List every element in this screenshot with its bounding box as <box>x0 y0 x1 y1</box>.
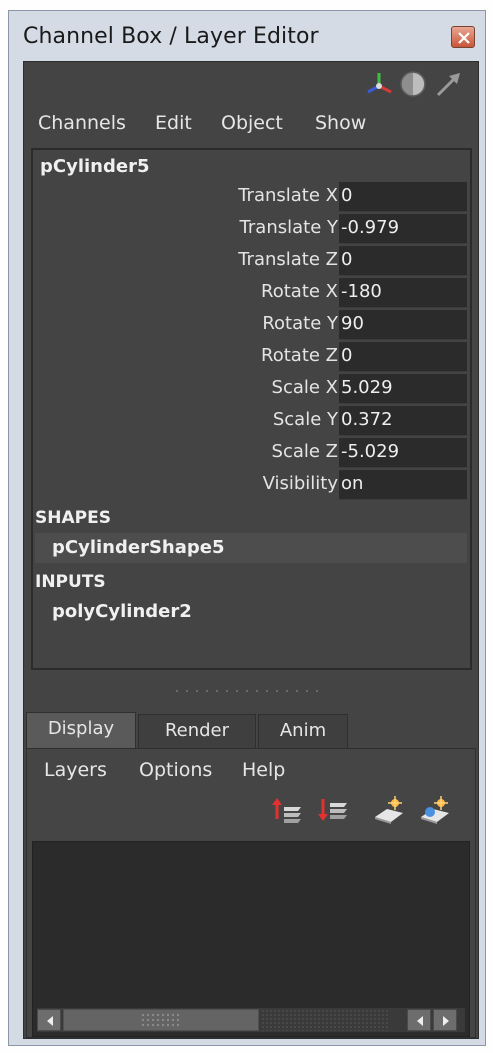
panel-splitter-handle[interactable] <box>176 690 326 694</box>
attribute-value[interactable]: 5.029 <box>341 377 393 398</box>
top-toolbar <box>24 62 478 104</box>
input-node-row[interactable]: polyCylinder2 <box>35 597 467 627</box>
attribute-label[interactable]: Rotate Y <box>262 313 338 334</box>
axis-manipulator-icon[interactable] <box>364 69 394 99</box>
attribute-value[interactable]: -0.979 <box>341 217 399 238</box>
attribute-value[interactable]: 90 <box>341 313 364 334</box>
arrow-left-icon <box>47 1016 53 1026</box>
channel-speed-icon[interactable] <box>398 69 428 99</box>
shape-node-name[interactable]: pCylinderShape5 <box>52 537 225 558</box>
selected-object-name[interactable]: pCylinder5 <box>40 156 149 177</box>
attribute-label[interactable]: Translate Y <box>240 217 338 238</box>
editor-content: Channels Edit Object Show pCylinder5 Tra… <box>23 61 479 1039</box>
attribute-value[interactable]: 0 <box>341 345 352 366</box>
shapes-section-header: SHAPES <box>35 508 111 528</box>
attribute-field[interactable]: 90 <box>339 310 467 340</box>
inputs-section-header: INPUTS <box>35 572 106 592</box>
attribute-label[interactable]: Scale Y <box>273 409 338 430</box>
scroll-left-button-2[interactable] <box>407 1009 431 1031</box>
attribute-label[interactable]: Scale Z <box>272 441 338 462</box>
channel-box-menubar: Channels Edit Object Show <box>24 104 478 144</box>
attribute-field[interactable]: -180 <box>339 278 467 308</box>
menu-edit[interactable]: Edit <box>155 112 192 134</box>
attribute-row[interactable]: Rotate Z 0 <box>33 341 470 373</box>
attribute-field[interactable]: 0.372 <box>339 406 467 436</box>
menu-show[interactable]: Show <box>315 112 366 134</box>
attribute-value[interactable]: 0.372 <box>341 409 393 430</box>
attribute-row[interactable]: Translate X 0 <box>33 181 470 213</box>
attribute-label[interactable]: Rotate Z <box>261 345 338 366</box>
scroll-right-button[interactable] <box>433 1009 457 1031</box>
title-bar[interactable]: Channel Box / Layer Editor <box>9 11 485 61</box>
attribute-label[interactable]: Translate X <box>238 185 338 206</box>
input-node-name[interactable]: polyCylinder2 <box>52 601 192 622</box>
menu-layers[interactable]: Layers <box>44 759 107 781</box>
attribute-row[interactable]: Scale Z -5.029 <box>33 437 470 469</box>
arrow-right-icon <box>443 1016 449 1026</box>
menu-channels[interactable]: Channels <box>38 112 126 134</box>
attribute-field[interactable]: 5.029 <box>339 374 467 404</box>
channel-box-window: Channel Box / Layer Editor Channels Edit… <box>8 10 486 1046</box>
new-empty-layer-icon[interactable] <box>373 795 405 825</box>
menu-options[interactable]: Options <box>139 759 212 781</box>
attribute-value[interactable]: -5.029 <box>341 441 399 462</box>
move-layer-down-icon[interactable] <box>317 795 349 825</box>
attribute-row[interactable]: Rotate X -180 <box>33 277 470 309</box>
layer-editor-panel: Layers Options Help <box>26 748 476 1038</box>
attribute-field[interactable]: 0 <box>339 246 467 276</box>
attribute-field[interactable]: -5.029 <box>339 438 467 468</box>
attribute-label[interactable]: Rotate X <box>261 281 338 302</box>
tab-display[interactable]: Display <box>26 712 136 749</box>
menu-help[interactable]: Help <box>242 759 285 781</box>
attribute-row[interactable]: Translate Y -0.979 <box>33 213 470 245</box>
arrow-left-icon <box>417 1016 423 1026</box>
attribute-value[interactable]: on <box>341 473 363 494</box>
horizontal-scrollbar[interactable] <box>37 1008 465 1032</box>
attribute-label[interactable]: Translate Z <box>238 249 338 270</box>
attribute-field[interactable]: 0 <box>339 342 467 372</box>
tab-render[interactable]: Render <box>138 714 256 748</box>
scrollbar-thumb[interactable] <box>63 1009 259 1031</box>
attribute-field[interactable]: -0.979 <box>339 214 467 244</box>
layer-editor-tabs: Display Render Anim <box>24 712 478 749</box>
attribute-label[interactable]: Scale X <box>272 377 338 398</box>
grip-icon <box>142 1014 179 1026</box>
attribute-field[interactable]: 0 <box>339 182 467 212</box>
new-layer-from-selected-icon[interactable] <box>419 795 451 825</box>
close-button[interactable] <box>451 26 475 48</box>
tab-anim[interactable]: Anim <box>258 714 348 748</box>
attribute-value[interactable]: 0 <box>341 185 352 206</box>
arrow-pointer-icon[interactable] <box>434 69 464 99</box>
shape-node-row[interactable]: pCylinderShape5 <box>35 533 467 563</box>
channel-box-panel: pCylinder5 Translate X 0 Translate Y -0.… <box>31 148 472 670</box>
layer-list[interactable] <box>32 841 470 1037</box>
menu-object[interactable]: Object <box>221 112 283 134</box>
move-layer-up-icon[interactable] <box>271 795 303 825</box>
attribute-row[interactable]: Translate Z 0 <box>33 245 470 277</box>
close-icon <box>458 32 470 44</box>
attribute-field[interactable]: on <box>339 470 467 500</box>
attribute-row[interactable]: Scale X 5.029 <box>33 373 470 405</box>
scrollbar-track[interactable] <box>261 1009 389 1031</box>
scroll-left-button[interactable] <box>37 1009 61 1031</box>
window-title: Channel Box / Layer Editor <box>23 24 319 49</box>
attribute-row[interactable]: Scale Y 0.372 <box>33 405 470 437</box>
attribute-row[interactable]: Rotate Y 90 <box>33 309 470 341</box>
attribute-value[interactable]: 0 <box>341 249 352 270</box>
attribute-label[interactable]: Visibility <box>263 473 338 494</box>
attribute-row[interactable]: Visibility on <box>33 469 470 501</box>
attribute-value[interactable]: -180 <box>341 281 382 302</box>
